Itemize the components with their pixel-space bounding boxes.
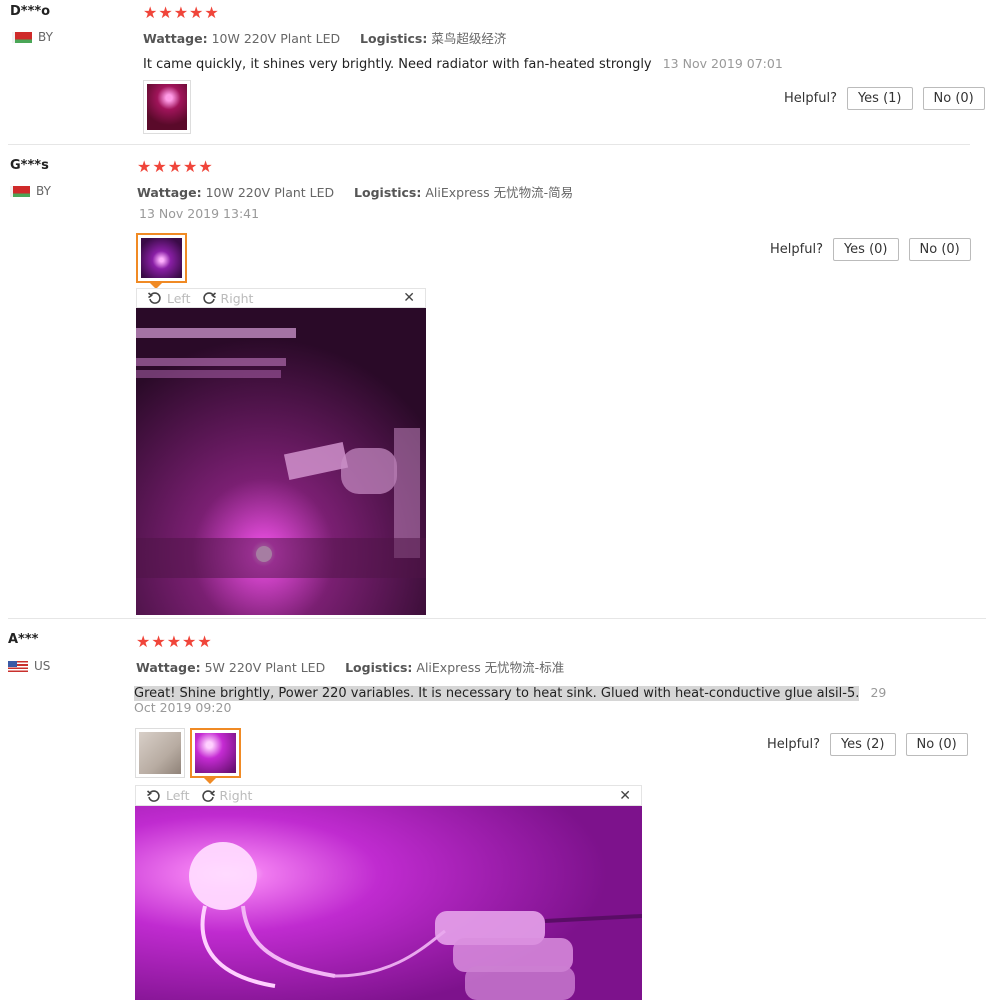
wattage-value: 10W 220V Plant LED (211, 31, 341, 46)
helpful-yes-button[interactable]: Yes (1) (846, 87, 913, 110)
logistics-value: AliExpress 无忧物流-简易 (425, 185, 574, 200)
review-attributes: Wattage: 10W 220V Plant LED Logistics: A… (137, 182, 573, 201)
flag-us-icon (8, 660, 28, 672)
reviewer-name: D***o (10, 4, 51, 19)
rotate-left-label: Left (167, 290, 191, 306)
wattage-value: 5W 220V Plant LED (204, 660, 326, 675)
rotate-right-label: Right (220, 290, 254, 306)
photo-image (139, 732, 181, 774)
review-date: 13 Nov 2019 07:01 (662, 56, 783, 71)
review-photo-thumbnail[interactable] (190, 728, 241, 778)
review-text: Great! Shine brightly, Power 220 variabl… (134, 686, 860, 701)
rotate-left-button[interactable]: Left (146, 788, 190, 804)
review-body: It came quickly, it shines very brightly… (143, 53, 783, 72)
reviewer-country: BY (12, 30, 53, 44)
review-divider (8, 144, 970, 145)
rotate-right-label: Right (219, 788, 253, 803)
rotate-left-button[interactable]: Left (147, 290, 191, 306)
review-photo-thumbnail[interactable] (143, 80, 191, 134)
wattage-label: Wattage: (136, 660, 201, 675)
review-date: Oct 2019 09:20 (134, 700, 232, 715)
rotate-right-icon (201, 789, 215, 802)
logistics-value: AliExpress 无忧物流-标准 (416, 660, 565, 675)
photo-led-closeup (135, 806, 642, 1000)
close-viewer-icon[interactable]: ✕ (619, 788, 631, 804)
active-thumb-caret-icon (204, 778, 216, 784)
helpful-no-button[interactable]: No (0) (922, 87, 985, 110)
wattage-label: Wattage: (143, 31, 208, 46)
rotate-left-label: Left (166, 788, 190, 803)
flag-by-icon (10, 185, 30, 197)
reviewer-name: G***s (10, 158, 49, 173)
review-attributes: Wattage: 5W 220V Plant LED Logistics: Al… (136, 657, 564, 676)
review-text: It came quickly, it shines very brightly… (143, 57, 652, 72)
country-code: BY (36, 184, 51, 198)
wattage-value: 10W 220V Plant LED (205, 185, 335, 200)
reviewer-name: A*** (8, 632, 39, 647)
helpful-no-button[interactable]: No (0) (905, 733, 968, 756)
photo-led-workbench (136, 308, 426, 615)
logistics-label: Logistics: (360, 31, 428, 46)
close-viewer-icon[interactable]: ✕ (403, 290, 415, 306)
image-viewer-toolbar: Left Right ✕ (135, 785, 642, 806)
star-rating: ★★★★★ (137, 157, 214, 176)
helpful-section: Helpful? Yes (1) No (0) (784, 87, 985, 110)
helpful-label: Helpful? (767, 737, 820, 752)
rotate-left-icon (147, 292, 161, 304)
photo-image (147, 84, 187, 130)
country-code: BY (38, 30, 53, 44)
helpful-label: Helpful? (784, 91, 837, 106)
country-code: US (34, 659, 51, 673)
logistics-value: 菜鸟超级经济 (431, 31, 507, 46)
helpful-section: Helpful? Yes (2) No (0) (767, 733, 968, 756)
star-rating: ★★★★★ (143, 3, 220, 22)
helpful-yes-button[interactable]: Yes (2) (829, 733, 896, 756)
review-photo-thumbnail[interactable] (136, 233, 187, 283)
expanded-review-photo (135, 806, 642, 1000)
helpful-section: Helpful? Yes (0) No (0) (770, 238, 971, 261)
rotate-right-button[interactable]: Right (200, 788, 253, 804)
helpful-label: Helpful? (770, 242, 823, 257)
reviewer-country: US (8, 659, 50, 673)
review-date-part: 29 (870, 685, 887, 700)
rotate-right-icon (202, 292, 216, 304)
image-viewer-toolbar: Left Right ✕ (136, 288, 426, 308)
rotate-left-icon (146, 789, 160, 802)
flag-by-icon (12, 31, 32, 43)
review-photo-thumbnail[interactable] (135, 728, 185, 778)
logistics-label: Logistics: (345, 660, 413, 675)
expanded-review-photo (136, 308, 426, 615)
star-rating: ★★★★★ (136, 632, 213, 651)
photo-image (141, 238, 182, 278)
wattage-label: Wattage: (137, 185, 202, 200)
review-date: 13 Nov 2019 13:41 (139, 206, 260, 221)
photo-image (195, 733, 236, 773)
helpful-no-button[interactable]: No (0) (908, 238, 971, 261)
reviewer-country: BY (10, 184, 51, 198)
helpful-yes-button[interactable]: Yes (0) (832, 238, 899, 261)
logistics-label: Logistics: (354, 185, 422, 200)
review-attributes: Wattage: 10W 220V Plant LED Logistics: 菜… (143, 28, 506, 47)
rotate-right-button[interactable]: Right (201, 290, 254, 306)
review-divider (8, 618, 986, 619)
review-body: Great! Shine brightly, Power 220 variabl… (134, 682, 886, 701)
